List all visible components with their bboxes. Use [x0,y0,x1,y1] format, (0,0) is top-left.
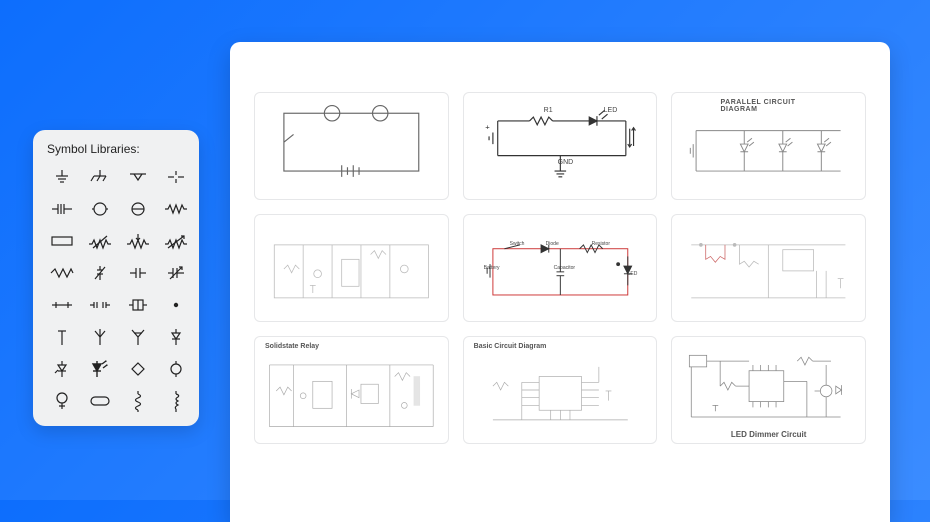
template-solidstate-relay[interactable]: Solidstate Relay [254,336,449,444]
zigzag-icon[interactable] [47,262,77,284]
chassis-ground-icon[interactable] [85,166,115,188]
variable-resistor-icon[interactable] [85,230,115,252]
capacitor-icon[interactable] [47,198,77,220]
component-icon[interactable] [123,294,153,316]
antenna3-icon[interactable] [123,326,153,348]
label-gnd: GND [558,159,574,166]
label-led2: LED [628,271,638,277]
coil1-icon[interactable] [123,390,153,412]
potentiometer-icon[interactable] [123,230,153,252]
variable-resistor2-icon[interactable] [161,230,191,252]
template-simple-loop[interactable] [254,92,449,200]
variable-cap-icon[interactable] [161,262,191,284]
template-complex-2[interactable] [671,214,866,322]
symbol-grid [47,166,185,412]
template-parallel-circuit[interactable]: PARALLEL CIRCUIT DIAGRAM [671,92,866,200]
antenna2-icon[interactable] [85,326,115,348]
label-diode: Diode [546,241,559,247]
node-icon[interactable] [161,166,191,188]
template-basic-circuit[interactable]: Basic Circuit Diagram [463,336,658,444]
circle-slash-icon[interactable] [123,198,153,220]
diode-small-icon[interactable] [85,262,115,284]
meter-icon[interactable] [47,390,77,412]
svg-text:+: + [485,123,490,132]
circle-icon[interactable] [85,198,115,220]
rounded-rect-icon[interactable] [85,390,115,412]
template-title: LED Dimmer Circuit [731,430,807,439]
template-grid: R1 LED GND + [254,92,866,444]
symbol-library-panel: Symbol Libraries: [33,130,199,426]
label-battery: Battery [484,265,500,271]
template-led-dimmer[interactable]: LED Dimmer Circuit [671,336,866,444]
template-title: PARALLEL CIRCUIT DIAGRAM [720,99,816,113]
templates-window: R1 LED GND + [230,42,890,522]
label-led: LED [604,107,618,114]
fuse-icon[interactable] [47,294,77,316]
coil2-icon[interactable] [161,390,191,412]
ground-icon[interactable] [47,166,77,188]
fuse2-icon[interactable] [85,294,115,316]
diode-arrow-icon[interactable] [47,358,77,380]
capacitor2-icon[interactable] [123,262,153,284]
label-switch: Switch [510,241,525,247]
diode2-icon[interactable] [161,326,191,348]
label-capacitor: Capacitor [554,265,575,271]
rectangle-icon[interactable] [47,230,77,252]
diamond-icon[interactable] [123,358,153,380]
template-complex-1[interactable] [254,214,449,322]
dot-icon[interactable] [161,294,191,316]
template-led-circuit[interactable]: R1 LED GND + [463,92,658,200]
led-icon[interactable] [85,358,115,380]
resistor-icon[interactable] [161,198,191,220]
label-resistor: Resistor [592,241,610,247]
triangle-ground-icon[interactable] [123,166,153,188]
label-r1: R1 [544,107,553,114]
template-basic-components[interactable]: Switch Diode Resistor Battery Capacitor … [463,214,658,322]
template-title: Solidstate Relay [265,343,319,350]
antenna1-icon[interactable] [47,326,77,348]
loop-icon[interactable] [161,358,191,380]
template-title: Basic Circuit Diagram [474,343,547,350]
symbol-library-title: Symbol Libraries: [47,142,185,156]
